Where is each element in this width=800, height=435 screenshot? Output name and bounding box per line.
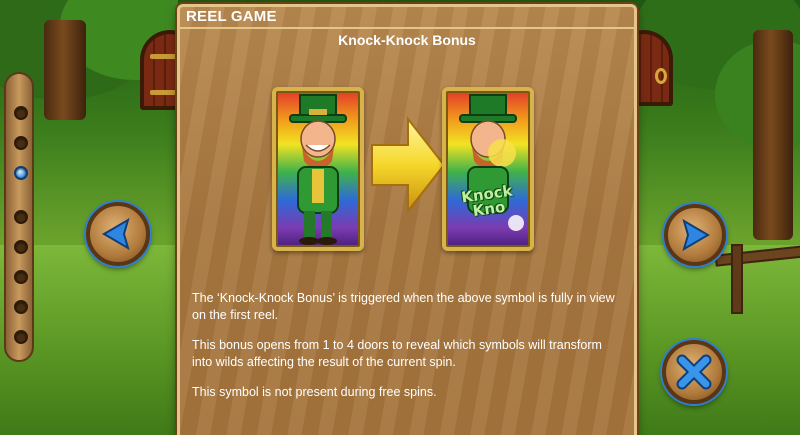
- fence-post: [731, 244, 743, 314]
- previous-page-button[interactable]: [86, 202, 150, 266]
- page-dot[interactable]: [14, 210, 28, 224]
- page-dot-active[interactable]: [14, 166, 28, 180]
- page-progress-rail: [4, 72, 34, 362]
- arrow-right-icon: [682, 218, 710, 252]
- description-trigger: The ‘Knock-Knock Bonus’ is triggered whe…: [192, 291, 615, 322]
- tree-trunk: [44, 20, 86, 120]
- leprechaun-symbol-icon: [289, 94, 347, 245]
- close-icon: [676, 354, 712, 390]
- leprechaun-symbol-card: [272, 87, 364, 251]
- leprechaun-door: [635, 30, 673, 106]
- arrow-left-icon: [102, 217, 130, 251]
- next-page-button[interactable]: [664, 204, 726, 266]
- page-dot[interactable]: [14, 106, 28, 120]
- description-free-spins: This symbol is not present during free s…: [192, 385, 437, 399]
- bonus-title: Knock-Knock Bonus: [338, 32, 476, 48]
- grass: [635, 245, 800, 435]
- page-dot[interactable]: [14, 300, 28, 314]
- knock-knock-symbol-card: Knock Kno: [442, 87, 534, 251]
- leprechaun-knock-knock-symbol-icon: [459, 94, 524, 231]
- page-dot[interactable]: [14, 136, 28, 150]
- arrow-right-icon: [371, 116, 446, 214]
- section-title: REEL GAME: [186, 8, 277, 25]
- panel-header: REEL GAME: [180, 7, 634, 29]
- description-effect: This bonus opens from 1 to 4 doors to re…: [192, 338, 602, 369]
- leprechaun-door: [140, 30, 178, 110]
- close-button[interactable]: [662, 340, 726, 404]
- page-dot[interactable]: [14, 330, 28, 344]
- paytable-panel: REEL GAME Knock-Knock Bonus Knock Kno Th…: [177, 4, 637, 435]
- page-dot[interactable]: [14, 270, 28, 284]
- tree-trunk: [753, 30, 793, 240]
- page-dot[interactable]: [14, 240, 28, 254]
